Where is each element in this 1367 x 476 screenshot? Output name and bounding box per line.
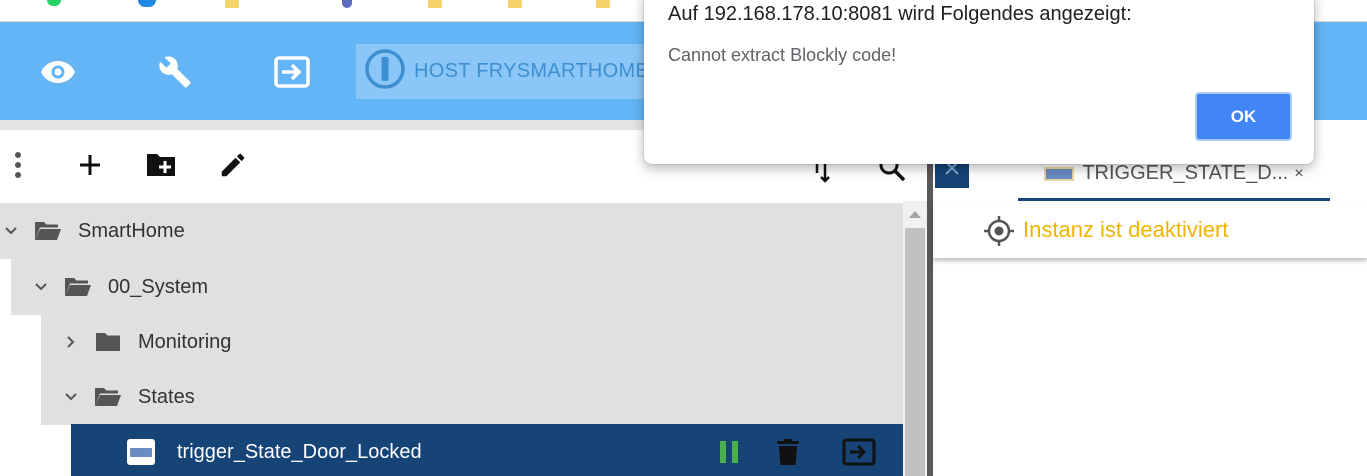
bookmark-folder-icon[interactable] xyxy=(225,0,239,8)
add-icon[interactable] xyxy=(70,145,110,185)
chevron-down-icon[interactable] xyxy=(30,276,52,298)
instance-status-bar: Instanz ist deaktiviert xyxy=(933,202,1367,258)
bookmark-folder-icon[interactable] xyxy=(428,0,442,8)
bookmark-folder-icon[interactable] xyxy=(596,0,610,8)
tree-item-label: trigger_State_Door_Locked xyxy=(177,440,422,463)
scroll-up-arrow-icon[interactable] xyxy=(909,211,921,218)
wrench-icon[interactable] xyxy=(155,52,195,92)
host-label: HOST FRYSMARTHOME xyxy=(414,60,650,82)
bookmark-folder-icon[interactable] xyxy=(508,0,522,8)
dialog-message: Cannot extract Blockly code! xyxy=(668,45,897,65)
tree-item-label: States xyxy=(138,385,195,408)
chevron-down-icon[interactable] xyxy=(0,220,22,242)
folder-open-icon xyxy=(94,386,122,408)
tab-indicator xyxy=(1018,198,1330,201)
exit-to-app-icon[interactable] xyxy=(272,52,312,92)
tree-folder-00-system[interactable]: 00_System xyxy=(11,259,903,315)
scripts-tree: SmartHome 00_System Monitoring States tr… xyxy=(0,201,903,476)
tree-item-label: SmartHome xyxy=(78,219,185,242)
chevron-right-icon[interactable] xyxy=(60,331,82,353)
exit-to-app-icon[interactable] xyxy=(841,437,877,467)
chevron-down-icon[interactable] xyxy=(60,386,82,408)
tree-folder-smarthome[interactable]: SmartHome xyxy=(0,203,903,259)
pause-icon[interactable] xyxy=(716,437,742,467)
more-vert-icon[interactable] xyxy=(8,145,28,185)
screen: HOST FRYSMARTHOME SmartHome 00_System Mo… xyxy=(0,0,1367,476)
tree-script-trigger-state-door-locked[interactable]: trigger_State_Door_Locked xyxy=(71,424,903,476)
bookmark-edge-icon[interactable] xyxy=(138,0,156,7)
eye-icon[interactable] xyxy=(38,52,78,92)
editor-pane: TRIGGER_STATE_D... × Instanz ist deaktiv… xyxy=(933,120,1367,476)
tree-folder-states[interactable]: States xyxy=(41,369,903,425)
tree-scrollbar[interactable] xyxy=(903,201,927,476)
edit-icon[interactable] xyxy=(213,145,253,185)
ok-button[interactable]: OK xyxy=(1195,92,1292,141)
blockly-script-icon xyxy=(127,439,155,465)
tree-item-label: Monitoring xyxy=(138,330,232,353)
iobroker-logo-icon xyxy=(364,48,406,95)
bookmark-gear-icon[interactable] xyxy=(342,0,352,8)
alert-dialog: Auf 192.168.178.10:8081 wird Folgendes a… xyxy=(644,0,1314,164)
blockly-script-icon xyxy=(1044,166,1075,181)
folder-open-icon xyxy=(64,276,92,298)
bookmark-whatsapp-icon[interactable] xyxy=(47,0,61,6)
delete-icon[interactable] xyxy=(775,437,801,467)
tree-item-label: 00_System xyxy=(108,275,209,298)
tree-folder-monitoring[interactable]: Monitoring xyxy=(41,314,903,370)
tab-label: TRIGGER_STATE_D... xyxy=(1082,162,1289,184)
gps-target-icon xyxy=(983,215,1015,252)
dialog-title: Auf 192.168.178.10:8081 wird Folgendes a… xyxy=(668,3,1132,25)
scrollbar-thumb[interactable] xyxy=(905,228,925,476)
instance-status-text: Instanz ist deaktiviert xyxy=(1023,217,1229,242)
folder-icon xyxy=(94,331,122,353)
create-folder-icon[interactable] xyxy=(141,145,181,185)
tab-close-icon[interactable]: × xyxy=(1294,165,1303,183)
folder-open-icon xyxy=(34,220,62,242)
